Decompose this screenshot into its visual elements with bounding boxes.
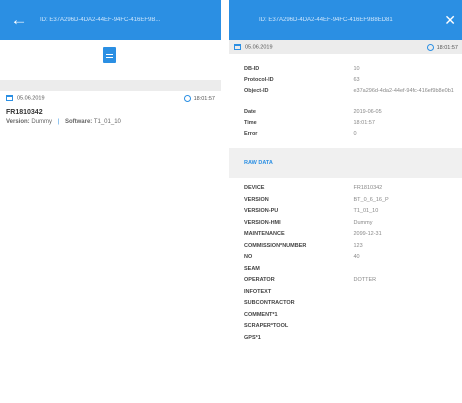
raw-row: VERSION-PU T1_01_10 bbox=[229, 208, 462, 220]
clock-icon bbox=[183, 94, 191, 102]
raw-value bbox=[354, 300, 462, 312]
raw-key: GPS*1 bbox=[244, 334, 261, 341]
raw-row: MAINTENANCE 2099-12-31 bbox=[229, 231, 462, 243]
raw-value bbox=[354, 289, 462, 301]
meta-value: 0 bbox=[353, 131, 357, 137]
raw-row: NO 40 bbox=[229, 254, 462, 266]
raw-row: COMMISSION*NUMBER 123 bbox=[229, 243, 462, 255]
meta-key: Error bbox=[244, 131, 258, 137]
meta-key: Time bbox=[244, 120, 257, 126]
detail-screen: ID: E37A296D-4DA2-44EF-94FC-416EF9B8ED81… bbox=[229, 0, 462, 403]
calendar-icon bbox=[234, 43, 241, 50]
detail-date-text: 05.06.2019 bbox=[245, 44, 273, 51]
back-arrow-icon[interactable]: ← bbox=[8, 0, 30, 40]
raw-row: SCRAPER*TOOL bbox=[229, 323, 462, 335]
software-value: T1_01_10 bbox=[93, 119, 121, 125]
entry-card: FR1810342 Version: Dummy | Software: T1_… bbox=[0, 105, 221, 127]
meta-value: 2019-06-05 bbox=[353, 109, 382, 115]
detail-app-bar-title: ID: E37A296D-4DA2-44EF-94FC-416EF9B8ED81 bbox=[259, 17, 393, 23]
version-label: Version: bbox=[6, 119, 30, 125]
raw-value bbox=[354, 312, 462, 324]
raw-key: SCRAPER*TOOL bbox=[244, 323, 289, 329]
close-icon[interactable]: ✕ bbox=[444, 0, 456, 40]
document-icon bbox=[103, 47, 116, 63]
raw-key: NO bbox=[244, 254, 253, 260]
raw-key: VERSION-PU bbox=[244, 208, 279, 214]
raw-value bbox=[354, 266, 462, 278]
entry-date-bar: 05.06.2019 18:01:57 bbox=[0, 91, 221, 105]
raw-key: COMMENT*1 bbox=[244, 311, 278, 318]
detail-date-bar: 05.06.2019 18:01:57 bbox=[229, 40, 462, 54]
raw-data-header: RAW DATA bbox=[229, 148, 462, 178]
meta-row-object-id: Object-ID e37a296d-4da2-44ef-94fc-416ef9b… bbox=[229, 88, 462, 109]
detail-time-text: 18:01:57 bbox=[436, 44, 458, 51]
software-label: Software: bbox=[64, 119, 93, 125]
raw-key: COMMISSION*NUMBER bbox=[244, 242, 307, 249]
meta-value: e37a296d-4da2-44ef-94fc-416ef9b8e0b1 bbox=[353, 88, 454, 94]
raw-row: DEVICE FR1810342 bbox=[229, 185, 462, 197]
meta-row-time: Time 18:01:57 bbox=[229, 120, 462, 131]
divider bbox=[0, 80, 221, 91]
raw-key: MAINTENANCE bbox=[244, 231, 285, 237]
raw-key: OPERATOR bbox=[244, 277, 275, 283]
meta-row-date: Date 2019-06-05 bbox=[229, 109, 462, 120]
raw-row: COMMENT*1 bbox=[229, 312, 462, 324]
meta-row-db-id: DB-ID 10 bbox=[229, 66, 462, 77]
raw-value bbox=[354, 335, 462, 347]
detail-time: 18:01:57 bbox=[426, 43, 458, 51]
entry-time: 18:01:57 bbox=[183, 94, 215, 102]
detail-date: 05.06.2019 bbox=[234, 43, 273, 51]
raw-key: SEAM bbox=[244, 265, 260, 272]
clock-icon bbox=[426, 43, 434, 51]
meta-row-protocol-id: Protocol-ID 63 bbox=[229, 77, 462, 88]
meta-value: 10 bbox=[353, 66, 360, 72]
meta-key: Object-ID bbox=[244, 88, 269, 94]
meta-value: 18:01:57 bbox=[353, 120, 375, 126]
entry-time-text: 18:01:57 bbox=[193, 95, 215, 102]
raw-row: SEAM bbox=[229, 266, 462, 278]
raw-row: GPS*1 bbox=[229, 335, 462, 347]
version-value: Dummy bbox=[31, 119, 53, 125]
raw-value bbox=[354, 323, 462, 335]
raw-row: SUBCONTRACTOR bbox=[229, 300, 462, 312]
raw-value: DOTTER bbox=[353, 277, 377, 283]
device-info: Version: Dummy | Software: T1_01_10 bbox=[6, 119, 215, 125]
raw-value: 123 bbox=[353, 242, 363, 249]
raw-value: 2099-12-31 bbox=[353, 231, 382, 237]
raw-value: 40 bbox=[353, 254, 360, 260]
list-app-bar-title: ID: E37A296D-4DA2-44EF-94FC-416EF9B... bbox=[40, 17, 161, 23]
device-name: FR1810342 bbox=[6, 109, 43, 116]
raw-row: OPERATOR DOTTER bbox=[229, 277, 462, 289]
raw-key: INFOTEXT bbox=[244, 288, 272, 295]
raw-value: BT_0_6_16_P bbox=[353, 196, 389, 203]
raw-row: VERSION-HMI Dummy bbox=[229, 220, 462, 232]
list-app-bar: ← ID: E37A296D-4DA2-44EF-94FC-416EF9B... bbox=[0, 0, 221, 40]
meta-row-error: Error 0 bbox=[229, 131, 462, 142]
document-header bbox=[0, 40, 221, 80]
raw-value: FR1810342 bbox=[353, 185, 383, 191]
raw-key: VERSION-HMI bbox=[244, 219, 281, 226]
raw-value: T1_01_10 bbox=[353, 208, 379, 214]
raw-row: VERSION BT_0_6_16_P bbox=[229, 197, 462, 209]
raw-row: INFOTEXT bbox=[229, 289, 462, 301]
entry-date-text: 05.06.2019 bbox=[17, 95, 45, 102]
list-item[interactable]: 05.06.2019 18:01:57 FR1810342 Version: D… bbox=[0, 91, 221, 127]
raw-key: DEVICE bbox=[244, 185, 265, 191]
entry-date: 05.06.2019 bbox=[6, 94, 45, 102]
meta-key: Protocol-ID bbox=[244, 77, 274, 83]
meta-value: 63 bbox=[353, 77, 360, 83]
raw-value: Dummy bbox=[353, 219, 373, 226]
info-separator: | bbox=[57, 119, 60, 125]
raw-key: SUBCONTRACTOR bbox=[244, 300, 295, 306]
raw-key: VERSION bbox=[244, 196, 269, 203]
meta-key: DB-ID bbox=[244, 66, 260, 72]
meta-key: Date bbox=[244, 109, 256, 115]
calendar-icon bbox=[6, 94, 13, 101]
detail-app-bar: ID: E37A296D-4DA2-44EF-94FC-416EF9B8ED81… bbox=[229, 0, 462, 40]
list-screen: ← ID: E37A296D-4DA2-44EF-94FC-416EF9B...… bbox=[0, 0, 221, 403]
